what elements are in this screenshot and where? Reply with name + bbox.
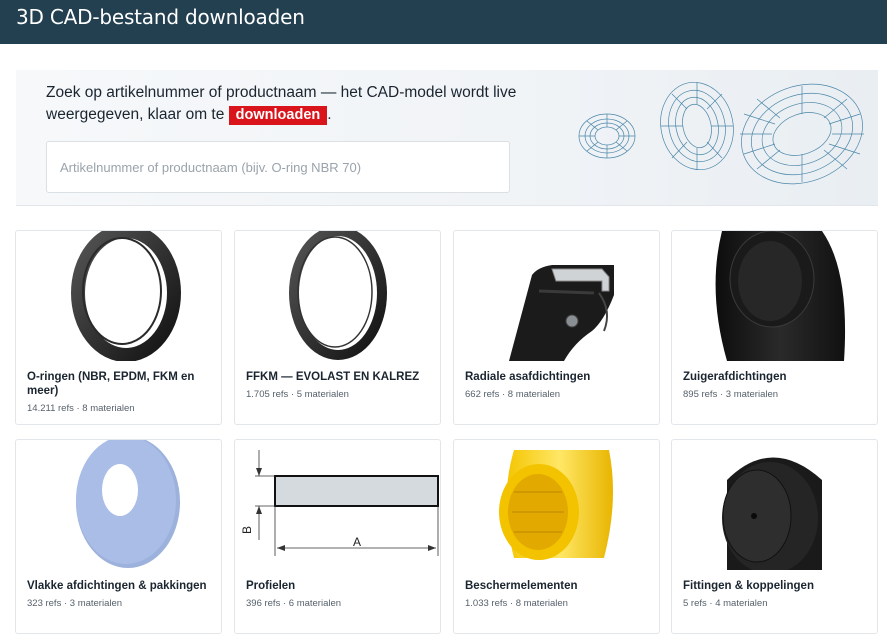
radial-shaft-seal-icon (509, 265, 614, 361)
category-card-o-rings[interactable]: O-ringen (NBR, EPDM, FKM en meer) 14.211… (15, 230, 222, 425)
category-card-profiles[interactable]: B A Profielen 396 refs · 6 materialen (234, 439, 441, 634)
hero-description: Zoek op artikelnummer of productnaam — h… (46, 82, 536, 126)
category-meta: 323 refs · 3 materialen (27, 598, 123, 609)
large-torus-icon (740, 83, 864, 185)
o-ring-icon (71, 231, 181, 361)
category-card-ffkm[interactable]: FFKM — EVOLAST EN KALREZ 1.705 refs · 5 … (234, 230, 441, 425)
flat-gasket-icon (76, 440, 180, 568)
ffkm-o-ring-icon (289, 231, 387, 360)
category-title: Fittingen & koppelingen (683, 580, 814, 592)
category-card-protective-elements[interactable]: Beschermelementen 1.033 refs · 8 materia… (453, 439, 660, 634)
category-card-fittings[interactable]: Fittingen & koppelingen 5 refs · 4 mater… (671, 439, 878, 634)
hero-text-after: . (327, 106, 332, 123)
fitting-icon (722, 457, 822, 570)
piston-seal-icon (715, 231, 846, 361)
wireframe-torus-illustration (578, 81, 864, 185)
category-title: FFKM — EVOLAST EN KALREZ (246, 371, 420, 383)
search-input[interactable] (46, 141, 510, 193)
dim-a-label: A (353, 535, 361, 549)
category-meta: 1.705 refs · 5 materialen (246, 389, 349, 400)
category-card-flat-gaskets[interactable]: Vlakke afdichtingen & pakkingen 323 refs… (15, 439, 222, 634)
category-meta: 662 refs · 8 materialen (465, 389, 561, 400)
page-title: 3D CAD-bestand downloaden (16, 5, 305, 29)
medium-torus-icon (660, 81, 734, 171)
category-title: Beschermelementen (465, 580, 578, 592)
category-meta: 895 refs · 3 materialen (683, 389, 779, 400)
category-meta: 396 refs · 6 materialen (246, 598, 342, 609)
category-meta: 5 refs · 4 materialen (683, 598, 768, 609)
search-hero: Zoek op artikelnummer of productnaam — h… (16, 70, 878, 206)
category-meta: 14.211 refs · 8 materialen (27, 403, 135, 414)
dim-b-label: B (240, 526, 254, 534)
category-title: Radiale asafdichtingen (465, 371, 591, 383)
category-title: O-ringen (NBR, EPDM, FKM en meer) (27, 371, 195, 397)
protective-cap-icon (499, 450, 613, 560)
category-card-piston-seals[interactable]: Zuigerafdichtingen 895 refs · 3 material… (671, 230, 878, 425)
header-bar: 3D CAD-bestand downloaden (0, 0, 887, 44)
category-meta: 1.033 refs · 8 materialen (465, 598, 568, 609)
category-title: Vlakke afdichtingen & pakkingen (27, 580, 207, 592)
small-torus-icon (578, 113, 636, 159)
download-highlight: downloaden (228, 106, 328, 125)
category-card-radial-shaft-seals[interactable]: Radiale asafdichtingen 662 refs · 8 mate… (453, 230, 660, 425)
category-title: Zuigerafdichtingen (683, 371, 787, 383)
profile-drawing-icon: B A (240, 450, 439, 556)
category-title: Profielen (246, 580, 296, 592)
